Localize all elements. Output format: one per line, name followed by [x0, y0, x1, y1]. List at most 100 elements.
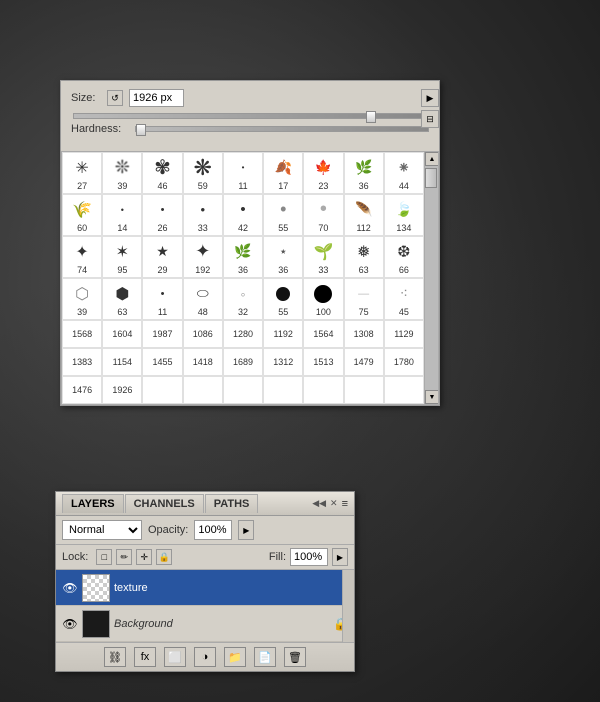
lock-all-button[interactable]: 🔒 — [156, 549, 172, 565]
brush-cell[interactable]: ✦ 74 — [62, 236, 102, 278]
layer-scrollbar[interactable] — [342, 570, 354, 642]
large-num-cell[interactable]: 1312 — [263, 348, 303, 376]
brush-cell[interactable]: ⬡ 39 — [62, 278, 102, 320]
panel-close-button[interactable]: ✕ — [330, 498, 338, 509]
brush-cell[interactable]: ✶ 95 — [102, 236, 142, 278]
brush-cell[interactable]: ❅ 63 — [344, 236, 384, 278]
brush-thumb: ★ — [151, 240, 175, 264]
brush-cell[interactable]: • 42 — [223, 194, 263, 236]
expand-button[interactable]: ▶ — [421, 89, 439, 107]
brush-cell[interactable]: 🍃 134 — [384, 194, 424, 236]
brush-cell[interactable]: ⬭ 48 — [183, 278, 223, 320]
brush-num: 11 — [238, 181, 247, 191]
brush-cell[interactable]: 🍁 23 — [303, 152, 343, 194]
brush-cell[interactable]: • 14 — [102, 194, 142, 236]
large-num-cell[interactable]: 1280 — [223, 320, 263, 348]
brush-scrollbar[interactable]: ▲ ▼ — [424, 152, 438, 404]
brush-cell[interactable]: ★ 29 — [142, 236, 182, 278]
large-num-cell[interactable]: 1383 — [62, 348, 102, 376]
link-layers-button[interactable]: ⛓ — [104, 647, 126, 667]
visibility-toggle-background[interactable]: 👁 — [62, 616, 78, 632]
brush-cell[interactable]: 55 — [263, 278, 303, 320]
size-slider-thumb[interactable] — [366, 111, 376, 123]
large-num-cell[interactable]: 1689 — [223, 348, 263, 376]
large-num-cell[interactable]: 1476 — [62, 376, 102, 404]
size-value-box — [129, 89, 184, 107]
fill-input[interactable] — [290, 548, 328, 566]
brush-cell[interactable]: ✾ 46 — [142, 152, 182, 194]
tab-paths[interactable]: PATHS — [205, 494, 259, 513]
delete-button[interactable]: 🗑 — [284, 647, 306, 667]
brush-cell[interactable]: ❋ 59 — [183, 152, 223, 194]
brush-cell[interactable]: ⬢ 63 — [102, 278, 142, 320]
blend-mode-select[interactable]: Normal — [62, 520, 142, 540]
visibility-toggle-texture[interactable]: 👁 — [62, 580, 78, 596]
large-num-cell[interactable]: 1604 — [102, 320, 142, 348]
new-layer-button[interactable]: 📄 — [254, 647, 276, 667]
large-num-cell[interactable]: 1308 — [344, 320, 384, 348]
scroll-up-button[interactable]: ▲ — [425, 152, 439, 166]
brush-cell[interactable]: • 26 — [142, 194, 182, 236]
lock-transparent-button[interactable]: □ — [96, 549, 112, 565]
brush-cell[interactable]: 🌿 36 — [223, 236, 263, 278]
hardness-slider-track[interactable] — [135, 126, 429, 132]
large-num-cell[interactable]: 1192 — [263, 320, 303, 348]
lock-position-button[interactable]: ✛ — [136, 549, 152, 565]
large-num-cell[interactable]: 1513 — [303, 348, 343, 376]
group-button[interactable]: 📁 — [224, 647, 246, 667]
brush-cell[interactable]: — 75 — [344, 278, 384, 320]
large-num-cell[interactable]: 1418 — [183, 348, 223, 376]
brush-cell[interactable]: 🌿 36 — [344, 152, 384, 194]
size-input[interactable] — [129, 89, 184, 107]
brush-cell[interactable]: 🪶 112 — [344, 194, 384, 236]
layer-row-texture[interactable]: 👁 texture — [56, 570, 354, 606]
panel-option-button[interactable]: ⊟ — [421, 110, 439, 128]
brush-cell[interactable]: ❆ 66 — [384, 236, 424, 278]
scrollbar-thumb[interactable] — [425, 168, 437, 188]
brush-cell[interactable]: • 55 — [263, 194, 303, 236]
large-num-cell[interactable]: 1780 — [384, 348, 424, 376]
tab-channels[interactable]: CHANNELS — [125, 494, 204, 513]
brush-cell[interactable]: ⁖ 45 — [384, 278, 424, 320]
large-num-cell[interactable]: 1564 — [303, 320, 343, 348]
large-num-cell[interactable]: 1987 — [142, 320, 182, 348]
brush-cell[interactable]: • 33 — [183, 194, 223, 236]
brush-cell[interactable]: 🍂 17 — [263, 152, 303, 194]
fx-button[interactable]: fx — [134, 647, 156, 667]
large-num-cell[interactable]: 1129 — [384, 320, 424, 348]
brush-cell[interactable]: ✳ 27 — [62, 152, 102, 194]
lock-image-button[interactable]: ✏ — [116, 549, 132, 565]
large-num-cell[interactable]: 1479 — [344, 348, 384, 376]
opacity-input[interactable] — [194, 520, 232, 540]
large-num-cell[interactable]: 1455 — [142, 348, 182, 376]
brush-cell[interactable]: ⁕ 44 — [384, 152, 424, 194]
large-num-cell[interactable]: 1086 — [183, 320, 223, 348]
layer-row-background[interactable]: 👁 Background 🔒 — [56, 606, 354, 642]
adjustment-button[interactable]: ◑ — [194, 647, 216, 667]
brush-cell[interactable]: 🌾 60 — [62, 194, 102, 236]
refresh-button[interactable]: ↺ — [107, 90, 123, 106]
size-slider-track[interactable] — [73, 113, 427, 119]
mask-button[interactable]: ⬜ — [164, 647, 186, 667]
brush-cell[interactable]: 100 — [303, 278, 343, 320]
brush-cell[interactable]: ◦ 32 — [223, 278, 263, 320]
brush-thumb: ❆ — [392, 240, 416, 264]
layers-options-button[interactable]: ≡ — [342, 498, 348, 510]
scrollbar-track[interactable] — [425, 166, 438, 390]
large-num-cell[interactable]: 1154 — [102, 348, 142, 376]
fill-arrow-button[interactable]: ▶ — [332, 548, 348, 566]
panel-collapse-button[interactable]: ◀◀ — [312, 498, 326, 509]
scroll-down-button[interactable]: ▼ — [425, 390, 439, 404]
brush-cell[interactable]: • 11 — [223, 152, 263, 194]
opacity-arrow-button[interactable]: ▶ — [238, 520, 254, 540]
large-num-cell[interactable]: 1926 — [102, 376, 142, 404]
brush-cell[interactable]: • 11 — [142, 278, 182, 320]
tab-layers[interactable]: LAYERS — [62, 494, 124, 513]
brush-cell[interactable]: 🌱 33 — [303, 236, 343, 278]
brush-cell[interactable]: ⋆ 36 — [263, 236, 303, 278]
large-num-cell[interactable]: 1568 — [62, 320, 102, 348]
brush-cell[interactable]: ❊ 39 — [102, 152, 142, 194]
brush-cell[interactable]: ✦ 192 — [183, 236, 223, 278]
brush-num: 36 — [278, 265, 288, 275]
brush-cell[interactable]: • 70 — [303, 194, 343, 236]
